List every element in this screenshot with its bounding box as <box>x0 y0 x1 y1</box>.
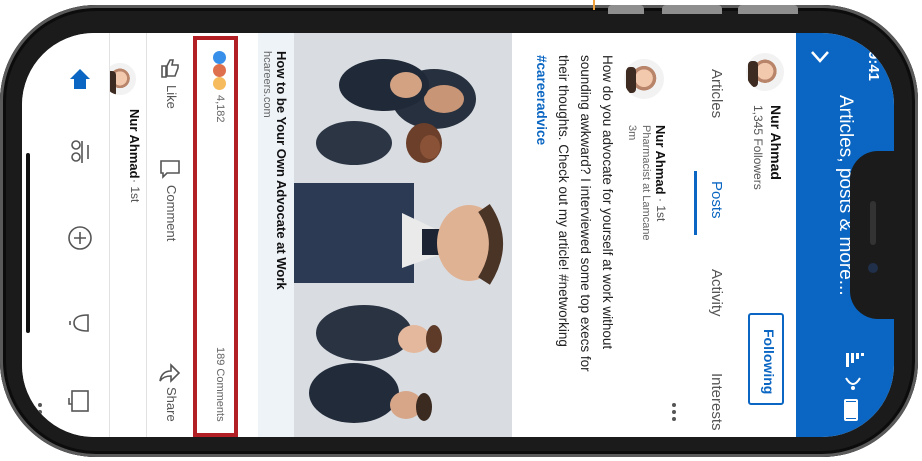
share-button[interactable]: Share <box>164 387 179 422</box>
jobs-briefcase-icon[interactable] <box>68 389 92 413</box>
battery-icon <box>844 399 858 421</box>
post-plus-icon[interactable] <box>67 225 93 251</box>
profile-name[interactable]: Nur Ahmad <box>768 105 784 180</box>
volume-button <box>662 5 722 14</box>
post-image[interactable] <box>294 33 512 437</box>
phone-screen: 9:41 Articles, posts & more... Nur Ahmad… <box>22 33 894 437</box>
post-text-line: sounding awkward? I interviewed some top… <box>578 55 593 372</box>
post-author-degree: · 1st <box>654 198 668 222</box>
post-author[interactable]: Nur Ahmad <box>653 125 668 195</box>
comment-icon[interactable] <box>159 159 181 179</box>
volume-button <box>608 5 644 14</box>
signal-icon <box>846 353 864 367</box>
post-hashtag[interactable]: #careeradvice <box>534 55 549 145</box>
front-camera <box>868 263 878 273</box>
power-button <box>738 5 798 14</box>
status-time: 9:41 <box>865 51 882 82</box>
tab-posts[interactable]: Posts <box>708 181 725 219</box>
next-post-author[interactable]: Nur Ahmad <box>127 109 142 179</box>
share-icon[interactable] <box>159 363 181 383</box>
bottom-nav <box>22 33 110 437</box>
following-button-label: Following <box>761 329 777 395</box>
reactions-highlight-box <box>193 36 238 437</box>
annotation-marker <box>593 0 595 10</box>
article-title[interactable]: How to be Your Own Advocate at Work <box>274 51 289 290</box>
post-text-line: How do you advocate for yourself at work… <box>600 55 615 350</box>
my-network-icon[interactable] <box>68 139 92 165</box>
article-link[interactable]: How to be Your Own Advocate at Work hcar… <box>258 33 294 437</box>
home-icon[interactable] <box>68 67 92 91</box>
active-tab-indicator <box>694 171 697 235</box>
tab-interests[interactable]: Interests <box>708 373 725 431</box>
next-post-peek[interactable]: Nur Ahmad · 1st <box>102 33 146 437</box>
post-text-line: their thoughts. Check out my article! #n… <box>556 55 571 347</box>
comment-button[interactable]: Comment <box>164 185 179 241</box>
next-post-degree: · 1st <box>128 179 142 203</box>
post-more-icon[interactable] <box>672 403 676 421</box>
phone-frame: 9:41 Articles, posts & more... Nur Ahmad… <box>0 5 918 457</box>
following-button[interactable]: Following <box>748 313 784 405</box>
phone-notch <box>850 151 894 319</box>
post-time: 3m <box>626 125 638 141</box>
wifi-icon <box>844 376 862 390</box>
back-chevron-icon[interactable] <box>810 49 830 65</box>
post-author-headline: Pharmacist at Lamcane <box>640 125 652 241</box>
post-card: Nur Ahmad · 1st Pharmacist at Lamcane 3m… <box>512 33 690 437</box>
profile-avatar[interactable] <box>744 51 786 93</box>
home-indicator <box>26 153 30 333</box>
speaker-grille <box>870 201 876 245</box>
notifications-bell-icon[interactable] <box>68 311 92 335</box>
business-team-photo <box>294 33 512 437</box>
follower-count: 1,345 Followers <box>751 105 765 190</box>
tab-articles[interactable]: Articles <box>708 69 725 118</box>
like-button[interactable]: Like <box>164 85 179 109</box>
post-actions: Like Comment Share <box>146 33 196 437</box>
like-icon[interactable] <box>159 57 181 79</box>
post-author-avatar[interactable] <box>622 57 666 101</box>
article-domain: hcareers.com <box>261 51 273 118</box>
nav-more-icon[interactable] <box>38 403 42 421</box>
tab-activity[interactable]: Activity <box>708 269 725 317</box>
